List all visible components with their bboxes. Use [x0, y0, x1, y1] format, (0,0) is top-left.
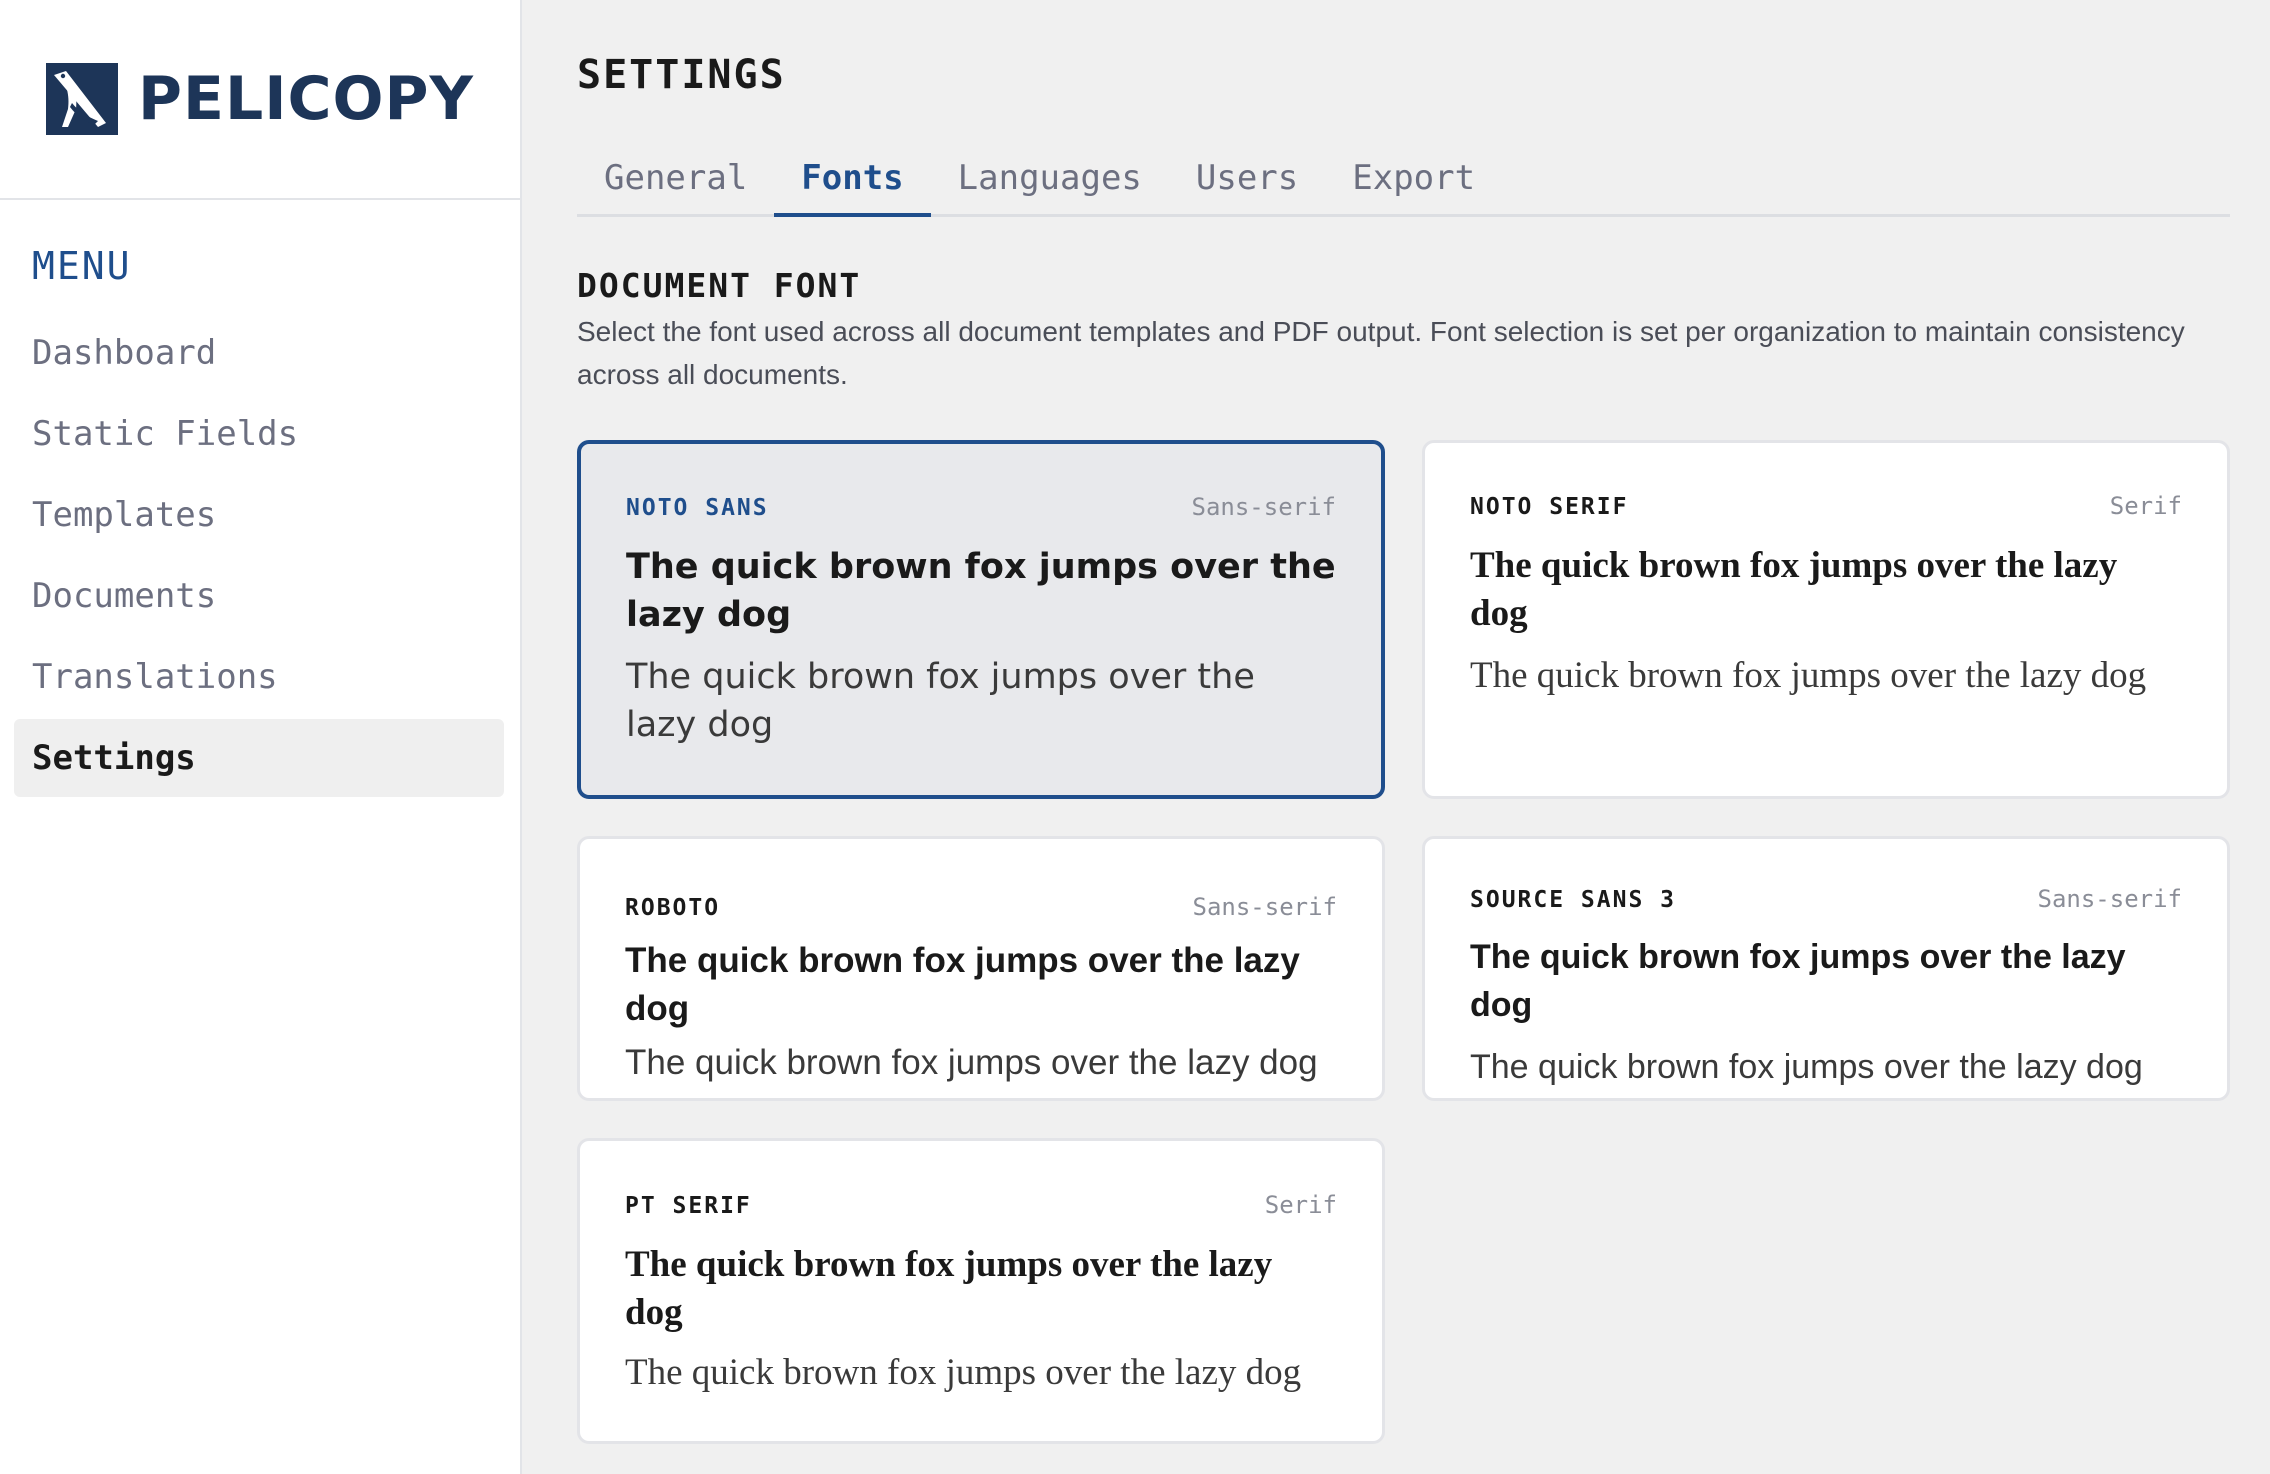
- section-title: DOCUMENT FONT: [577, 266, 862, 305]
- tab-export[interactable]: Export: [1325, 150, 1502, 217]
- brand-name[interactable]: PELICOPY: [138, 64, 474, 134]
- sidebar-item-documents[interactable]: Documents: [14, 557, 504, 635]
- font-card-header: ROBOTO Sans-serif: [625, 893, 1337, 921]
- font-sample-regular: The quick brown fox jumps over the lazy …: [1470, 655, 2147, 696]
- sidebar-item-static-fields[interactable]: Static Fields: [14, 395, 504, 473]
- sidebar-nav: Dashboard Static Fields Templates Docume…: [14, 314, 504, 800]
- sidebar-item-templates[interactable]: Templates: [14, 476, 504, 554]
- font-option-noto-serif[interactable]: NOTO SERIF Serif The quick brown fox jum…: [1422, 440, 2230, 799]
- menu-title: MENU: [32, 244, 132, 288]
- font-category: Serif: [1264, 1191, 1337, 1219]
- font-card-header: NOTO SERIF Serif: [1470, 492, 2182, 520]
- font-name: ROBOTO: [625, 895, 721, 921]
- font-sample-bold: The quick brown fox jumps over the lazy …: [625, 941, 1300, 1028]
- font-card-header: SOURCE SANS 3 Sans-serif: [1470, 885, 2182, 913]
- tab-users[interactable]: Users: [1169, 150, 1325, 217]
- font-name: SOURCE SANS 3: [1470, 887, 1677, 913]
- sidebar-item-translations[interactable]: Translations: [14, 638, 504, 716]
- font-option-noto-sans[interactable]: NOTO SANS Sans-serif The quick brown fox…: [577, 440, 1385, 799]
- font-sample-bold: The quick brown fox jumps over the lazy …: [625, 1244, 1273, 1333]
- font-category: Sans-serif: [1192, 893, 1338, 921]
- font-category: Serif: [2109, 492, 2182, 520]
- font-card-header: PT SERIF Serif: [625, 1191, 1337, 1219]
- font-option-pt-serif[interactable]: PT SERIF Serif The quick brown fox jumps…: [577, 1138, 1385, 1444]
- font-card-header: NOTO SANS Sans-serif: [626, 493, 1336, 521]
- font-option-roboto[interactable]: ROBOTO Sans-serif The quick brown fox ju…: [577, 836, 1385, 1101]
- font-sample-regular: The quick brown fox jumps over the lazy …: [625, 1352, 1302, 1393]
- font-sample-bold: The quick brown fox jumps over the lazy …: [626, 547, 1336, 635]
- tab-general[interactable]: General: [577, 150, 774, 217]
- font-sample-bold: The quick brown fox jumps over the lazy …: [1470, 545, 2118, 634]
- sidebar-item-dashboard[interactable]: Dashboard: [14, 314, 504, 392]
- brand-header: PELICOPY: [0, 0, 520, 200]
- font-category: Sans-serif: [2037, 885, 2183, 913]
- font-sample-regular: The quick brown fox jumps over the lazy …: [1470, 1048, 2143, 1086]
- tab-languages[interactable]: Languages: [931, 150, 1169, 217]
- font-name: PT SERIF: [625, 1193, 752, 1219]
- sidebar: PELICOPY MENU Dashboard Static Fields Te…: [0, 0, 522, 1474]
- font-name: NOTO SANS: [626, 495, 769, 521]
- font-sample-bold: The quick brown fox jumps over the lazy …: [1470, 938, 2126, 1024]
- pelican-logo-icon: [46, 63, 118, 135]
- tab-fonts[interactable]: Fonts: [774, 150, 931, 217]
- font-category: Sans-serif: [1191, 493, 1337, 521]
- sidebar-item-settings[interactable]: Settings: [14, 719, 504, 797]
- font-name: NOTO SERIF: [1470, 494, 1629, 520]
- settings-tabs: General Fonts Languages Users Export: [577, 150, 2230, 217]
- font-sample-regular: The quick brown fox jumps over the lazy …: [626, 657, 1255, 745]
- section-description: Select the font used across all document…: [577, 316, 2185, 390]
- font-option-source-sans-3[interactable]: SOURCE SANS 3 Sans-serif The quick brown…: [1422, 836, 2230, 1101]
- font-sample-regular: The quick brown fox jumps over the lazy …: [625, 1043, 1318, 1082]
- page-title: SETTINGS: [577, 52, 786, 98]
